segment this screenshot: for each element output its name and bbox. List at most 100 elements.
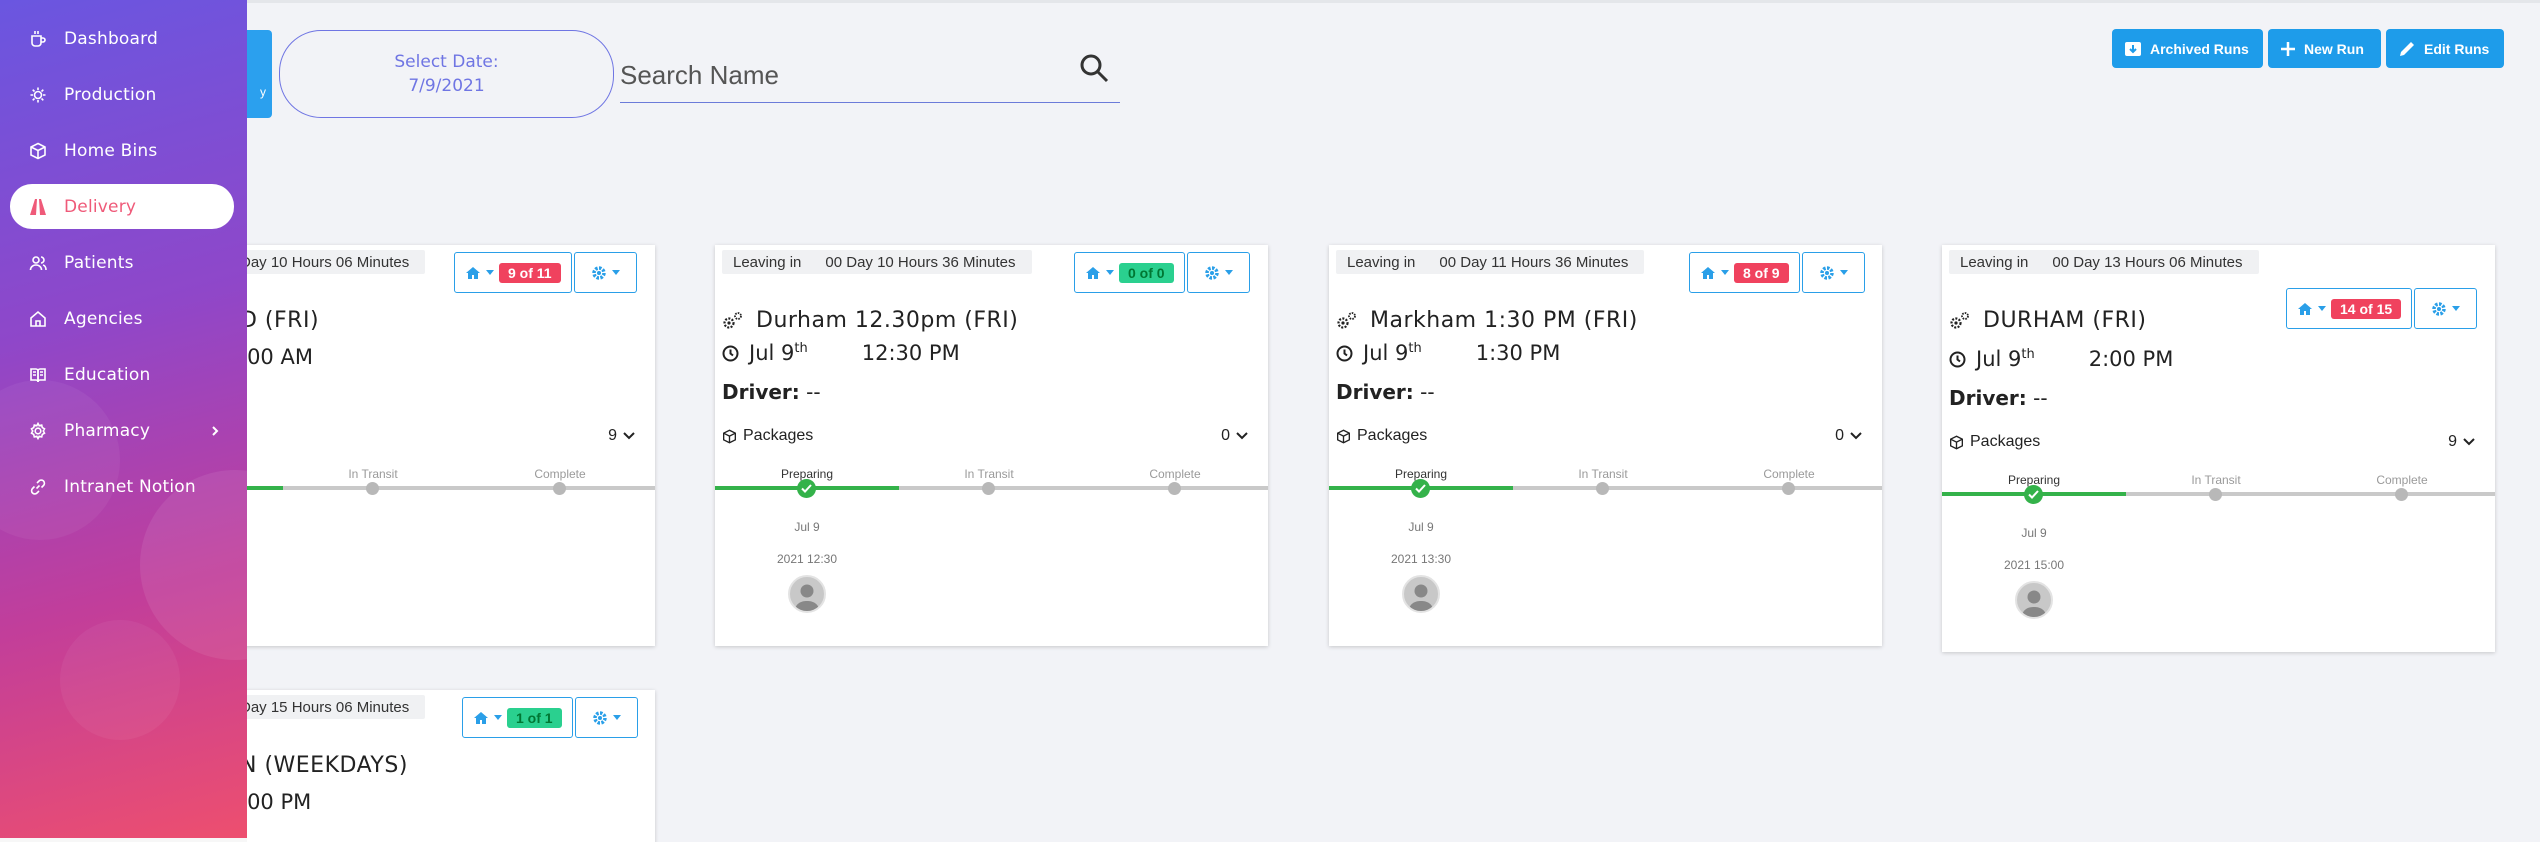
check-icon	[797, 479, 816, 498]
progress-tracker: Preparing In Transit Complete	[1942, 473, 2495, 513]
home-dropdown[interactable]: 1 of 1	[462, 697, 573, 738]
stage-dot	[2395, 488, 2408, 501]
run-date: Jul 9	[1363, 341, 1409, 365]
chevron-down-icon	[1850, 432, 1862, 440]
settings-dropdown[interactable]	[1186, 252, 1250, 293]
settings-dropdown[interactable]	[574, 697, 638, 738]
home-dropdown[interactable]: 14 of 15	[2286, 288, 2413, 329]
card-controls: 9 of 11	[454, 252, 637, 293]
link-icon	[28, 477, 48, 497]
sidebar-item-dashboard[interactable]: Dashboard	[10, 16, 234, 61]
archived-runs-button[interactable]: Archived Runs	[2112, 29, 2263, 68]
home-icon	[466, 266, 480, 279]
card-controls: 14 of 15	[2286, 288, 2478, 329]
run-card[interactable]: Day 10 Hours 06 Minutes 9 of 11 D (FRI) …	[200, 245, 655, 646]
sidebar-item-production[interactable]: Production	[10, 72, 234, 117]
edit-runs-button[interactable]: Edit Runs	[2386, 29, 2504, 68]
packages-row[interactable]: Packages 0	[1336, 427, 1862, 445]
run-card[interactable]: Leaving in 00 Day 13 Hours 06 Minutes 14…	[1942, 245, 2495, 652]
avatar[interactable]	[1402, 575, 1440, 613]
top-border	[0, 0, 2540, 3]
gear-icon	[1819, 265, 1834, 280]
packages-row[interactable]: 9	[207, 427, 635, 445]
driver-name: --	[806, 380, 821, 404]
sidebar-item-label: Dashboard	[64, 28, 159, 49]
status-badge: 9 of 11	[499, 262, 561, 283]
stage-timestamp: 2021 12:30	[776, 552, 838, 566]
stage-dot	[1168, 482, 1181, 495]
caret-down-icon	[486, 270, 494, 275]
status-badge: 1 of 1	[507, 707, 562, 728]
caret-down-icon	[1106, 270, 1114, 275]
caret-down-icon	[1224, 270, 1233, 275]
stage-complete: Complete	[1115, 467, 1235, 495]
run-name: Durham 12.30pm (FRI)	[756, 308, 1019, 333]
sidebar-item-delivery[interactable]: Delivery	[10, 184, 234, 229]
caret-down-icon	[494, 715, 502, 720]
gear-icon	[28, 421, 48, 441]
stage-dot	[1596, 482, 1609, 495]
packages-row[interactable]: Packages 9	[1949, 433, 2475, 451]
sidebar-item-label: Patients	[64, 252, 134, 273]
sidebar-item-pharmacy[interactable]: Pharmacy	[10, 408, 234, 453]
packages-count[interactable]: 0	[1221, 427, 1248, 445]
sidebar-item-label: Home Bins	[64, 140, 158, 161]
users-icon	[28, 253, 48, 273]
run-name-row: Markham 1:30 PM (FRI)	[1336, 308, 1638, 333]
date-picker[interactable]: Select Date: 7/9/2021	[279, 30, 614, 118]
sidebar: Dashboard Production Home Bins Delivery …	[0, 0, 247, 842]
search-input[interactable]	[620, 50, 1050, 100]
sidebar-item-intranet-notion[interactable]: Intranet Notion	[10, 464, 234, 509]
check-icon	[1411, 479, 1430, 498]
settings-dropdown[interactable]	[2414, 288, 2478, 329]
run-card[interactable]: Leaving in 00 Day 10 Hours 36 Minutes 0 …	[715, 245, 1268, 646]
sidebar-item-label: Pharmacy	[64, 420, 151, 441]
home-dropdown[interactable]: 8 of 9	[1689, 252, 1800, 293]
gear-icon	[2432, 301, 2446, 316]
gears-icon	[1950, 311, 1969, 329]
run-time-row: Jul 9th 1:30 PM	[1336, 341, 1560, 365]
run-card[interactable]: Day 15 Hours 06 Minutes 1 of 1 N (WEEKDA…	[200, 690, 655, 842]
packages-count[interactable]: 9	[2448, 433, 2475, 451]
stage-in-transit: In Transit	[929, 467, 1049, 495]
avatar[interactable]	[2015, 581, 2053, 619]
run-name: N (WEEKDAYS)	[240, 753, 408, 778]
packages-row[interactable]: Packages 0	[722, 427, 1248, 445]
run-time: :00 PM	[240, 790, 312, 814]
leaving-in-label: Leaving in 00 Day 13 Hours 06 Minutes	[1949, 250, 2259, 274]
run-card[interactable]: Leaving in 00 Day 11 Hours 36 Minutes 8 …	[1329, 245, 1882, 646]
run-time: 1:30 PM	[1475, 341, 1561, 365]
stage-dot	[2209, 488, 2222, 501]
clock-icon	[722, 345, 739, 361]
packages-count[interactable]: 0	[1835, 427, 1862, 445]
sidebar-item-patients[interactable]: Patients	[10, 240, 234, 285]
sidebar-item-label: Agencies	[64, 308, 143, 329]
package-icon	[1337, 429, 1350, 443]
avatar[interactable]	[788, 575, 826, 613]
status-badge: 8 of 9	[1734, 262, 1789, 283]
package-icon	[1950, 435, 1963, 449]
chevron-down-icon	[1236, 432, 1248, 440]
sidebar-item-education[interactable]: Education	[10, 352, 234, 397]
sidebar-bottom-edge	[0, 838, 247, 842]
driver-name: --	[1420, 380, 1435, 404]
home-dropdown[interactable]: 9 of 11	[454, 252, 572, 293]
search-icon[interactable]	[1078, 52, 1110, 88]
home-dropdown[interactable]: 0 of 0	[1074, 252, 1185, 293]
card-controls: 0 of 0	[1074, 252, 1250, 293]
sidebar-item-label: Intranet Notion	[64, 476, 196, 497]
new-run-button[interactable]: New Run	[2268, 29, 2381, 68]
stage-preparing: Preparing	[1361, 467, 1481, 498]
run-date: Jul 9	[749, 341, 795, 365]
progress-tracker: Preparing In Transit Complete	[1329, 467, 1882, 507]
stage-dot	[553, 482, 566, 495]
settings-dropdown[interactable]	[573, 252, 637, 293]
plus-icon	[2281, 41, 2295, 56]
archive-icon	[2125, 41, 2141, 56]
settings-dropdown[interactable]	[1801, 252, 1865, 293]
sidebar-item-agencies[interactable]: Agencies	[10, 296, 234, 341]
sidebar-item-home-bins[interactable]: Home Bins	[10, 128, 234, 173]
stage-preparing: Preparing	[1974, 473, 2094, 504]
packages-count[interactable]: 9	[608, 427, 635, 445]
pencil-icon	[2400, 41, 2414, 56]
